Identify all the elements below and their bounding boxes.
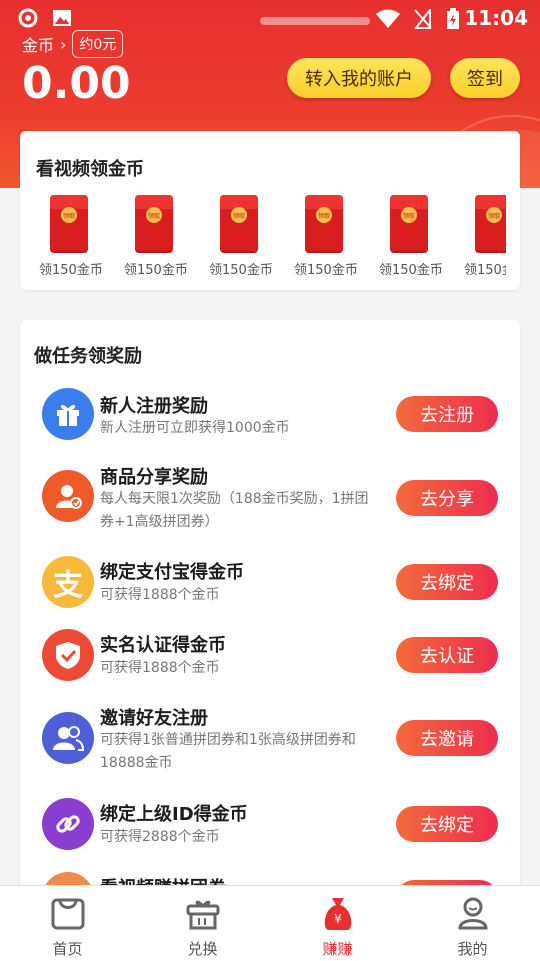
approx-value-badge: 约0元 [72, 30, 124, 58]
nav-item-earn[interactable]: ¥ 赚赚 [270, 886, 405, 961]
nav-item-exchange[interactable]: 兑换 [135, 886, 270, 961]
task-title: 邀请好友注册 [100, 708, 208, 729]
red-envelope-icon: 领取 [220, 195, 258, 253]
envelope-item[interactable]: 领取 领150金币 [445, 193, 506, 285]
share-button[interactable]: 去分享 [396, 480, 498, 516]
image-icon [53, 10, 71, 26]
task-description: 可获得1张普通拼团券和1张高级拼团券和18888金币 [100, 732, 356, 771]
transfer-to-account-button[interactable]: 转入我的账户 [287, 58, 431, 98]
nav-label: 我的 [457, 940, 488, 958]
task-title: 新人注册奖励 [100, 396, 208, 417]
tasks-card: 做任务领奖励 新人注册奖励 新人注册可立即获得1000金币 去注册 商品分享奖励… [20, 320, 520, 900]
coin-label-row[interactable]: 金币 › 约0元 [22, 30, 124, 58]
bottom-nav: 首页 兑换 ¥ 赚赚 我的 [0, 885, 540, 961]
profile-icon [457, 897, 488, 930]
task-title: 绑定支付宝得金币 [100, 562, 244, 583]
task-title: 绑定上级ID得金币 [100, 804, 248, 825]
red-envelope-icon: 领取 [390, 195, 428, 253]
task-description: 可获得1888个金币 [100, 660, 220, 676]
red-envelope-icon: 领取 [50, 195, 88, 253]
nav-item-mine[interactable]: 我的 [405, 886, 540, 961]
clock: 11:04 [464, 6, 528, 30]
users-icon [42, 712, 94, 764]
gift-icon [42, 388, 94, 440]
user-share-icon [42, 470, 94, 522]
task-title: 实名认证得金币 [100, 635, 226, 656]
invite-button[interactable]: 去邀请 [396, 720, 498, 756]
coin-balance: 0.00 [22, 58, 131, 109]
nav-item-home[interactable]: 首页 [0, 886, 135, 961]
envelope-item[interactable]: 领取 领150金币 [190, 193, 275, 285]
task-title: 商品分享奖励 [100, 467, 208, 488]
wifi-icon [376, 9, 400, 28]
svg-text:¥: ¥ [334, 912, 342, 926]
sign-in-button[interactable]: 签到 [450, 58, 520, 98]
envelope-label: 领150金币 [39, 263, 103, 278]
task-description: 可获得1888个金币 [100, 587, 220, 603]
envelope-item[interactable]: 领取 领150金币 [360, 193, 445, 285]
battery-icon [447, 8, 459, 29]
envelope-item[interactable]: 领取 领150金币 [105, 193, 190, 285]
task-row: 实名认证得金币 可获得1888个金币 去认证 [20, 627, 520, 687]
link-icon [42, 798, 94, 850]
nav-label: 赚赚 [322, 940, 353, 958]
task-row: 支 绑定支付宝得金币 可获得1888个金币 去绑定 [20, 554, 520, 614]
register-button[interactable]: 去注册 [396, 396, 498, 432]
bind-referrer-button[interactable]: 去绑定 [396, 806, 498, 842]
red-envelope-icon: 领取 [135, 195, 173, 253]
task-row: 商品分享奖励 每人每天限1次奖励（188金币奖励，1拼团券+1高级拼团券） 去分… [20, 467, 520, 538]
video-section-title: 看视频领金币 [36, 159, 144, 180]
status-blur-bar [260, 17, 370, 25]
envelope-scroller[interactable]: 领取 领150金币 领取 领150金币 领取 领150金币 领取 领150金币 … [20, 193, 506, 285]
video-rewards-card: 看视频领金币 领取 领150金币 领取 领150金币 领取 领150金币 领取 … [20, 131, 520, 290]
bind-alipay-button[interactable]: 去绑定 [396, 564, 498, 600]
shield-check-icon [42, 629, 94, 681]
task-description: 每人每天限1次奖励（188金币奖励，1拼团券+1高级拼团券） [100, 491, 369, 530]
coin-label: 金币 [22, 36, 55, 55]
money-bag-icon: ¥ [324, 898, 351, 930]
alipay-icon: 支 [42, 556, 94, 608]
envelope-item[interactable]: 领取 领150金币 [20, 193, 105, 285]
task-row: 新人注册奖励 新人注册可立即获得1000金币 去注册 [20, 386, 520, 446]
tasks-section-title: 做任务领奖励 [34, 346, 142, 367]
envelope-label: 领150金币 [209, 263, 273, 278]
envelope-label: 领150金币 [464, 263, 506, 278]
location-icon [18, 8, 38, 28]
task-description: 新人注册可立即获得1000金币 [100, 420, 290, 436]
no-signal-icon [414, 9, 432, 29]
nav-label: 兑换 [187, 940, 218, 958]
nav-label: 首页 [52, 940, 83, 958]
red-envelope-icon: 领取 [305, 195, 343, 253]
envelope-label: 领150金币 [379, 263, 443, 278]
task-row: 绑定上级ID得金币 可获得2888个金币 去绑定 [20, 796, 520, 856]
envelope-label: 领150金币 [124, 263, 188, 278]
task-description: 可获得2888个金币 [100, 829, 220, 845]
envelope-item[interactable]: 领取 领150金币 [275, 193, 360, 285]
task-row: 邀请好友注册 可获得1张普通拼团券和1张高级拼团券和18888金币 去邀请 [20, 708, 520, 782]
red-envelope-icon: 领取 [475, 195, 506, 253]
envelope-label: 领150金币 [294, 263, 358, 278]
verify-identity-button[interactable]: 去认证 [396, 637, 498, 673]
exchange-gift-icon [186, 900, 219, 930]
home-bag-icon [51, 898, 84, 930]
chevron-right-icon: › [60, 34, 67, 54]
